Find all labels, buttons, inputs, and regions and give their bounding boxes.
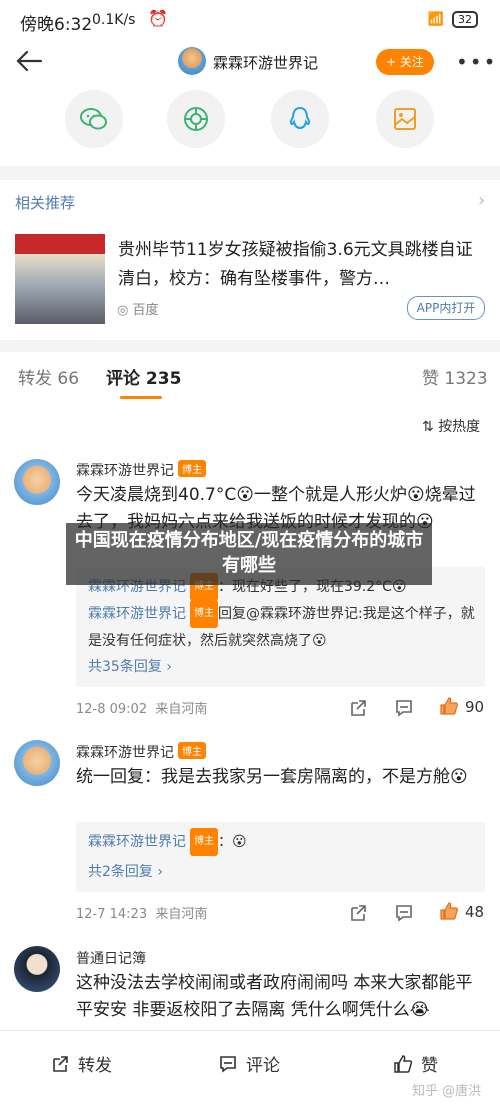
status-bar: 傍晚6:32 0.1K/s ⏰ 📶 32 bbox=[0, 0, 500, 44]
reply-icon[interactable] bbox=[394, 903, 414, 923]
avatar[interactable] bbox=[14, 740, 60, 786]
more-replies-link[interactable]: 共2条回复 › bbox=[88, 861, 163, 881]
back-arrow-icon[interactable] bbox=[14, 46, 44, 76]
tab-repost[interactable]: 转发 66 bbox=[18, 364, 79, 389]
moments-icon[interactable] bbox=[167, 90, 225, 148]
network-speed: 0.1K/s bbox=[92, 12, 136, 28]
reply-box[interactable]: 霖霖环游世界记 博主 ：😮 共2条回复 › bbox=[76, 822, 485, 892]
comment-username[interactable]: 霖霖环游世界记 博主 bbox=[76, 460, 206, 480]
thumbs-up-icon bbox=[394, 1054, 413, 1073]
active-tab-indicator bbox=[120, 396, 162, 399]
watermark: 知乎 @唐洪 bbox=[412, 1084, 482, 1099]
comment-meta: 12-8 09:02 来自河南 bbox=[76, 702, 208, 717]
related-title: 相关推荐 bbox=[15, 194, 76, 212]
tab-like[interactable]: 赞 1323 bbox=[422, 364, 488, 389]
share-row bbox=[0, 86, 500, 166]
related-headline[interactable]: 贵州毕节11岁女孩疑被指偷3.6元文具跳楼自证清白，校方：确有坠楼事件，警方… bbox=[118, 236, 478, 294]
related-section: 相关推荐 › 贵州毕节11岁女孩疑被指偷3.6元文具跳楼自证清白，校方：确有坠楼… bbox=[0, 180, 500, 340]
top-nav: 霖霖环游世界记 + 关注 ••• bbox=[0, 44, 500, 86]
comment-meta: 12-7 14:23 来自河南 bbox=[76, 907, 208, 922]
repost-button[interactable]: 转发 bbox=[50, 1051, 112, 1076]
comment-button[interactable]: 评论 bbox=[218, 1051, 280, 1076]
reply-item: 霖霖环游世界记 博主 ：😮 bbox=[88, 828, 478, 856]
related-thumbnail[interactable] bbox=[15, 234, 105, 324]
signal-icon: 📶 bbox=[427, 12, 444, 27]
avatar[interactable] bbox=[14, 459, 60, 505]
comment-tabs: 转发 66 评论 235 赞 1323 bbox=[0, 352, 500, 403]
comment-username[interactable]: 普通日记簿 bbox=[76, 948, 146, 968]
battery-icon: 32 bbox=[452, 11, 478, 28]
sort-icon: ⇅ bbox=[422, 419, 434, 435]
save-image-icon[interactable] bbox=[376, 90, 434, 148]
wechat-icon[interactable] bbox=[65, 90, 123, 148]
bottom-action-bar: 转发 评论 赞 bbox=[0, 1030, 500, 1112]
more-replies-link[interactable]: 共35条回复 › bbox=[88, 656, 172, 676]
like-icon[interactable] bbox=[439, 696, 459, 716]
alarm-icon: ⏰ bbox=[148, 9, 168, 28]
qq-icon[interactable] bbox=[271, 90, 329, 148]
comment-icon bbox=[220, 1055, 236, 1073]
repost-icon bbox=[53, 1055, 68, 1072]
comment-feed: ⇅ 按热度 霖霖环游世界记 博主 今天凌晨烧到40.7°C😮一整个就是人形火炉😮烧… bbox=[0, 402, 500, 1030]
reply-icon[interactable] bbox=[394, 698, 414, 718]
status-time: 傍晚6:32 bbox=[20, 15, 93, 35]
reply-item: 霖霖环游世界记 博主 回复@霖霖环游世界记:我是这个样子，就是没有任何症状，然后就突… bbox=[88, 600, 478, 654]
follow-button[interactable]: + 关注 bbox=[376, 49, 434, 75]
chevron-right-icon[interactable]: › bbox=[478, 190, 485, 211]
reply-box[interactable]: 霖霖环游世界记 博主 ：现在好些了，现在39.2°C😮 霖霖环游世界记 博主 回复@霖霖… bbox=[76, 567, 485, 687]
comment-username[interactable]: 霖霖环游世界记 博主 bbox=[76, 742, 206, 762]
avatar[interactable] bbox=[14, 946, 60, 992]
sort-by-hot[interactable]: ⇅ 按热度 bbox=[422, 416, 480, 436]
share-icon[interactable] bbox=[348, 698, 368, 718]
like-button[interactable]: 赞 bbox=[393, 1051, 438, 1076]
like-count: 90 bbox=[465, 698, 485, 716]
open-in-app-button[interactable]: APP内打开 bbox=[407, 296, 485, 320]
comment-text: 这种没法去学校闹闹或者政府闹闹吗 本来大家都能平平安安 非要返校阳了去隔离 凭什… bbox=[76, 973, 473, 1020]
author-badge: 博主 bbox=[178, 742, 206, 759]
tab-comment[interactable]: 评论 235 bbox=[106, 364, 181, 389]
author-avatar[interactable] bbox=[178, 47, 206, 75]
like-count: 48 bbox=[465, 903, 485, 921]
like-icon[interactable] bbox=[439, 901, 459, 921]
overlay-caption: 中国现在疫情分布地区/现在疫情分布的城市有哪些 bbox=[66, 523, 432, 585]
comment-text: 统一回复：我是去我家另一套房隔离的，不是方舱😮 bbox=[76, 767, 468, 787]
share-icon[interactable] bbox=[348, 903, 368, 923]
related-source: ◎ 百度 bbox=[117, 303, 159, 318]
more-options-icon[interactable]: ••• bbox=[456, 50, 497, 74]
author-badge: 博主 bbox=[178, 460, 206, 477]
status-indicators: 📶 32 bbox=[428, 11, 478, 28]
page-title[interactable]: 霖霖环游世界记 bbox=[213, 52, 318, 73]
